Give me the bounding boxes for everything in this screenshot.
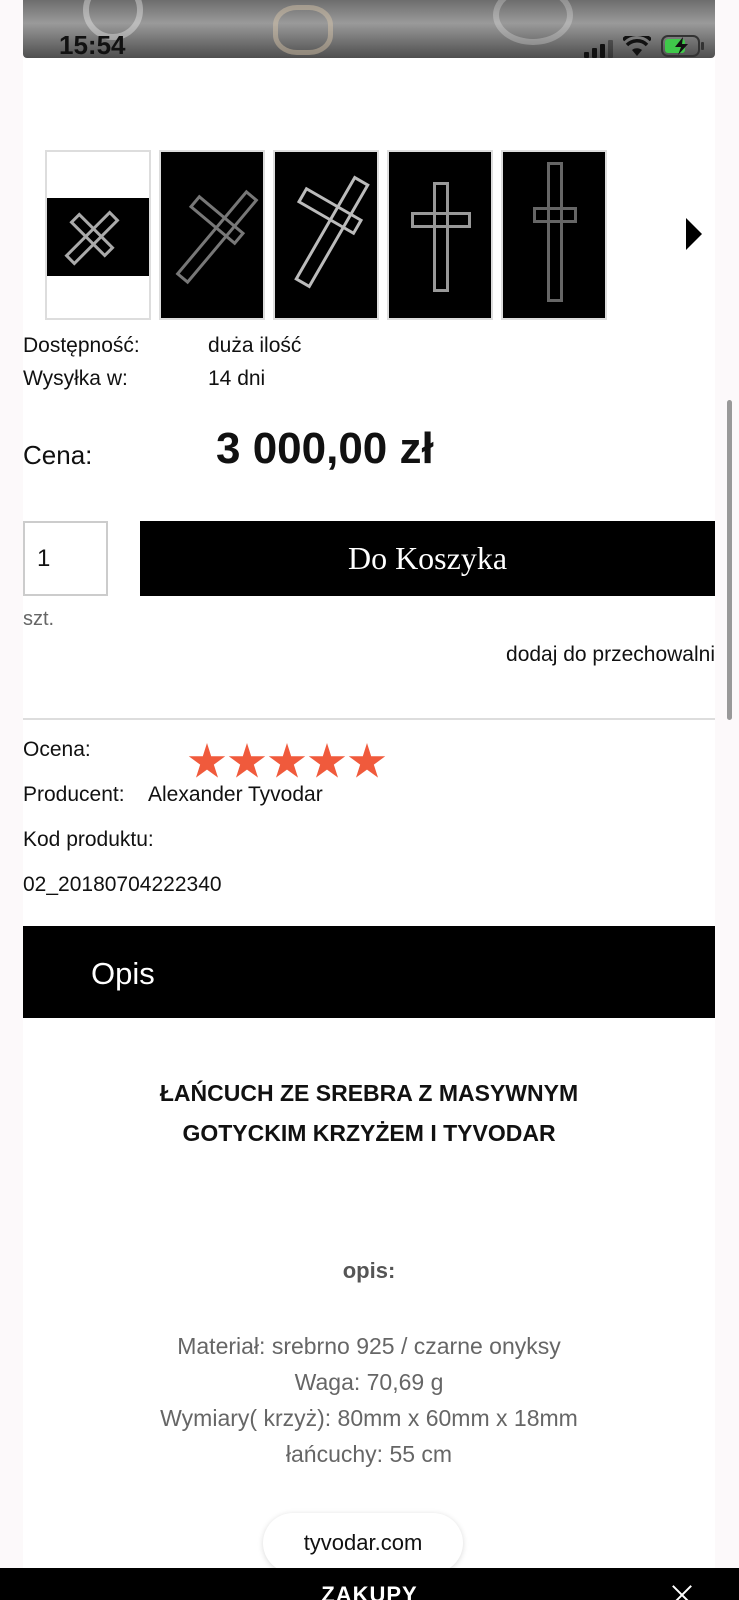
product-code-label: Kod produktu: — [23, 828, 154, 851]
description-title: ŁAŃCUCH ZE SREBRA Z MASYWNYM GOTYCKIM KR… — [23, 1073, 715, 1153]
description-title-line: GOTYCKIM KRZYŻEM I TYVODAR — [182, 1120, 556, 1146]
bottom-bar: ZAKUPY — [0, 1568, 739, 1600]
rating-label: Ocena: — [23, 738, 91, 761]
add-to-cart-button[interactable]: Do Koszyka — [140, 521, 715, 596]
spec-line: Materiał: srebrno 925 / czarne onyksy — [177, 1333, 561, 1359]
thumbnail-2[interactable] — [159, 150, 265, 320]
divider — [23, 718, 715, 720]
producer-value[interactable]: Alexander Tyvodar — [148, 783, 323, 807]
thumbnail-1[interactable] — [45, 150, 151, 320]
thumbnail-5[interactable] — [501, 150, 607, 320]
system-icons — [584, 34, 705, 58]
wifi-icon — [623, 36, 651, 56]
status-bar: 15:54 — [23, 0, 715, 58]
tab-description[interactable]: Opis — [23, 926, 715, 1018]
wallpaper-decoration — [273, 5, 333, 55]
rating-stars — [188, 743, 386, 781]
producer-label: Producent: — [23, 783, 125, 806]
thumbnail-3[interactable] — [273, 150, 379, 320]
star-icon — [308, 743, 346, 778]
product-thumbnails — [45, 150, 607, 320]
signal-icon — [584, 40, 613, 58]
unit-label: szt. — [23, 608, 55, 630]
product-page: Dostępność: duża ilość Wysyłka w: 14 dni… — [23, 58, 715, 1600]
close-icon[interactable] — [670, 1584, 694, 1600]
battery-charging-icon — [661, 35, 704, 57]
add-to-storage-link[interactable]: dodaj do przechowalni — [506, 643, 715, 667]
availability-label: Dostępność: — [23, 334, 140, 357]
url-bar[interactable]: tyvodar.com — [263, 1513, 463, 1573]
spec-line: Wymiary( krzyż): 80mm x 60mm x 18mm — [160, 1405, 578, 1431]
thumbnail-4[interactable] — [387, 150, 493, 320]
description-title-line: ŁAŃCUCH ZE SREBRA Z MASYWNYM — [159, 1080, 579, 1106]
price-label: Cena: — [23, 440, 93, 470]
star-icon — [188, 743, 226, 778]
status-time: 15:54 — [59, 30, 126, 58]
shipping-value: 14 dni — [208, 367, 266, 390]
scrollbar[interactable] — [727, 400, 732, 720]
shipping-label: Wysyłka w: — [23, 367, 128, 390]
quantity-input[interactable]: 1 — [23, 521, 108, 596]
star-icon — [228, 743, 266, 778]
product-code-value: 02_20180704222340 — [23, 873, 222, 896]
description-section-label: opis: — [342, 1258, 396, 1283]
wallpaper-decoration — [493, 0, 573, 45]
chevron-right-icon[interactable] — [686, 218, 702, 250]
spec-line: Waga: 70,69 g — [294, 1369, 444, 1395]
star-icon — [348, 743, 386, 778]
star-icon — [268, 743, 306, 778]
bottom-bar-label[interactable]: ZAKUPY — [0, 1582, 739, 1600]
spec-line: łańcuchy: 55 cm — [285, 1441, 453, 1467]
availability-value: duża ilość — [208, 334, 302, 357]
price-value: 3 000,00 zł — [216, 424, 434, 473]
